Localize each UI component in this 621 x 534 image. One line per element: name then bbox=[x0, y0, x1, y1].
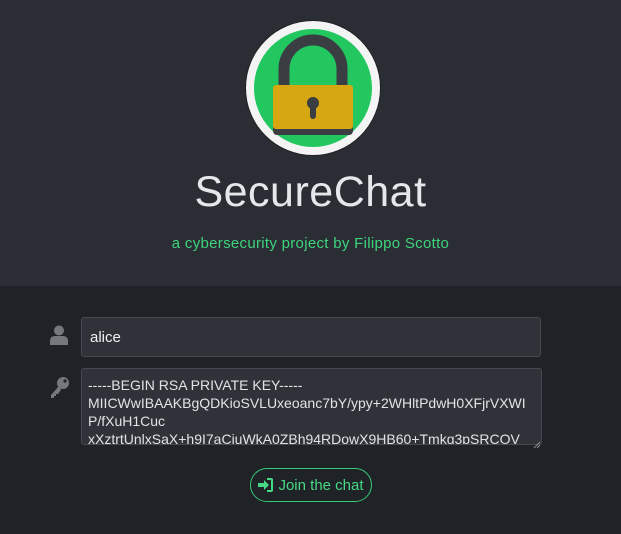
page-title: SecureChat bbox=[194, 168, 427, 216]
resize-grip-icon[interactable] bbox=[533, 436, 541, 454]
join-chat-label: Join the chat bbox=[278, 476, 364, 494]
header: SecureChat a cybersecurity project by Fi… bbox=[0, 0, 621, 286]
user-icon bbox=[50, 325, 68, 350]
app-logo bbox=[246, 21, 380, 155]
join-chat-button[interactable]: Join the chat bbox=[250, 468, 372, 502]
key-icon bbox=[50, 376, 70, 405]
page-subtitle: a cybersecurity project by Filippo Scott… bbox=[171, 235, 450, 252]
private-key-textarea[interactable]: -----BEGIN RSA PRIVATE KEY----- MIICWwIB… bbox=[81, 368, 542, 445]
sign-in-icon bbox=[258, 478, 274, 492]
username-input[interactable] bbox=[81, 317, 541, 357]
padlock-icon bbox=[254, 29, 372, 147]
